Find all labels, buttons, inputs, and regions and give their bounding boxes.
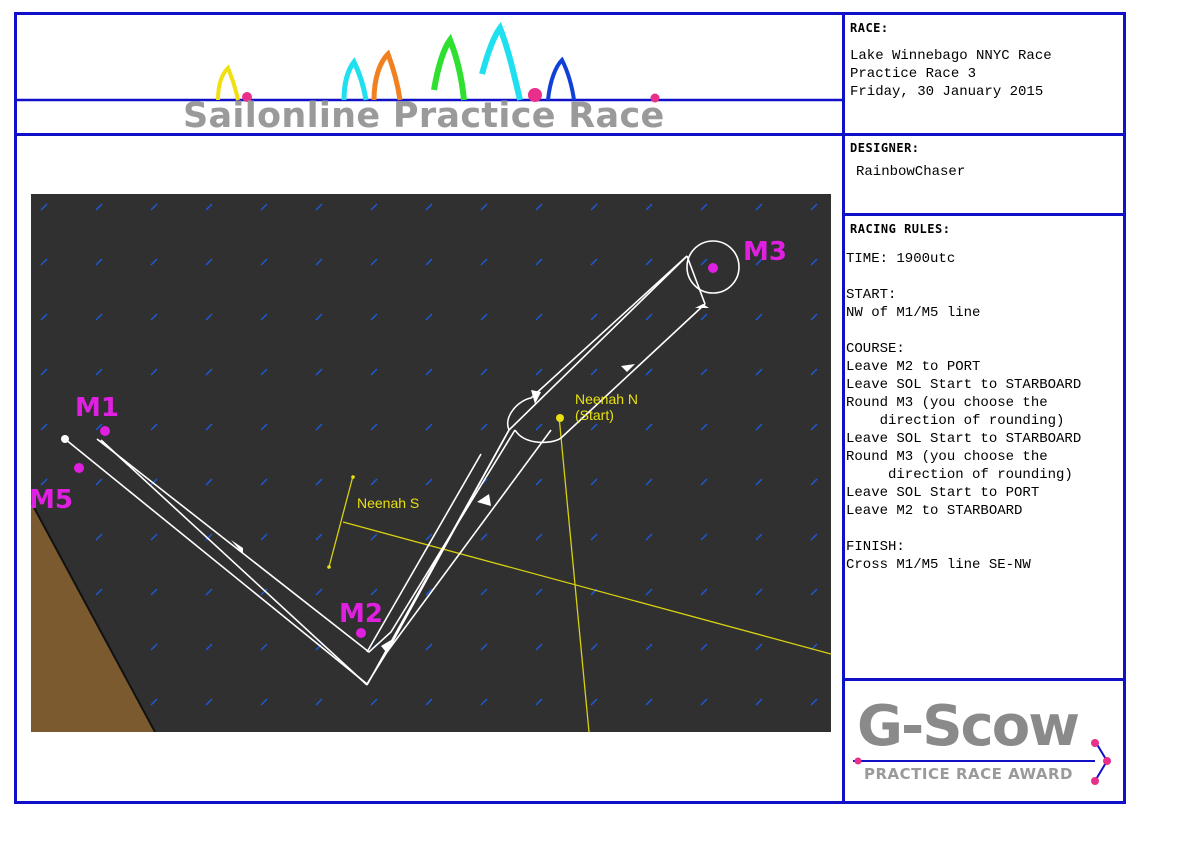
mark-m2	[356, 628, 366, 638]
page-title: Sailonline Practice Race	[183, 96, 665, 136]
rules-course-1: Leave M2 to PORT	[846, 359, 981, 375]
divider-race	[842, 133, 1126, 136]
race-line-3: Friday, 30 January 2015	[850, 84, 1044, 100]
waypoint-neenah-n-sublabel: (Start)	[575, 407, 614, 423]
waypoint-neenah-s-label: Neenah S	[357, 495, 419, 511]
race-line-1: Lake Winnebago NNYC Race	[850, 48, 1052, 64]
rules-course-heading: COURSE:	[846, 341, 905, 357]
rules-course-6: Round M3 (you choose the	[846, 449, 1048, 465]
rules-start: NW of M1/M5 line	[846, 305, 981, 321]
divider-designer	[842, 213, 1126, 216]
rules-finish: Cross M1/M5 line SE-NW	[846, 557, 1031, 573]
mark-m5	[74, 463, 84, 473]
mark-m1-label: M1	[75, 393, 119, 423]
award-graphics	[853, 739, 1111, 786]
rules-time: TIME: 1900utc	[846, 251, 956, 267]
designer-name: RainbowChaser	[856, 164, 966, 180]
waypoint-neenah-n-label: Neenah N	[575, 391, 638, 407]
rules-finish-heading: FINISH:	[846, 539, 905, 555]
rules-course-2: Leave SOL Start to STARBOARD	[846, 377, 1082, 393]
rules-course-8: Leave SOL Start to PORT	[846, 485, 1040, 501]
neenah-s-end-bottom	[327, 565, 331, 569]
mark-m3-label: M3	[743, 237, 787, 267]
start-point	[61, 435, 69, 443]
race-line-2: Practice Race 3	[850, 66, 977, 82]
rules-course-5: Leave SOL Start to STARBOARD	[846, 431, 1082, 447]
rules-course-9: Leave M2 to STARBOARD	[846, 503, 1023, 519]
rules-start-heading: START:	[846, 287, 897, 303]
course-map: M1 M5 M2 M3 Neenah N (Start) Neenah S	[31, 194, 831, 732]
rules-course-3: Round M3 (you choose the	[846, 395, 1048, 411]
mark-m3	[708, 263, 718, 273]
mark-m5-label: M5	[31, 485, 73, 515]
mark-m2-label: M2	[339, 599, 383, 629]
neenah-s-end-top	[351, 475, 355, 479]
rules-course-4: direction of rounding)	[846, 413, 1065, 429]
neenah-n-point	[556, 414, 564, 422]
rules-heading: RACING RULES:	[850, 222, 951, 236]
award-subtitle: PRACTICE RACE AWARD	[864, 765, 1074, 783]
mark-m1	[100, 426, 110, 436]
designer-heading: DESIGNER:	[850, 141, 920, 155]
race-heading: RACE:	[850, 21, 889, 35]
rules-course-7: direction of rounding)	[846, 467, 1073, 483]
